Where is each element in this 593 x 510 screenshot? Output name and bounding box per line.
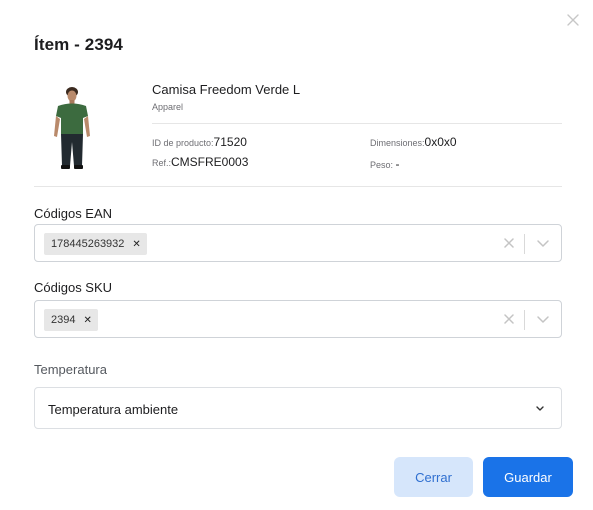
product-divider	[152, 123, 562, 124]
save-button[interactable]: Guardar	[483, 457, 573, 497]
product-id-value: 71520	[213, 135, 247, 149]
product-dimensions-value: 0x0x0	[424, 135, 457, 149]
chevron-down-icon	[536, 406, 544, 411]
product-dimensions: Dimensiones:0x0x0	[370, 135, 457, 149]
product-weight: Peso: -	[370, 157, 400, 171]
product-ref-label: Ref.:	[152, 158, 172, 168]
close-modal-button[interactable]: Cerrar	[394, 457, 473, 497]
sku-multiselect[interactable]: 2394 ✕	[34, 300, 562, 338]
clear-icon[interactable]	[501, 235, 517, 251]
temperature-label: Temperatura	[34, 362, 107, 377]
close-icon	[567, 14, 579, 26]
product-category: Apparel	[152, 102, 184, 112]
modal-title: Ítem - 2394	[34, 35, 123, 54]
product-ref: Ref.:CMSFRE0003	[152, 155, 248, 169]
sku-chip-text: 2394	[51, 314, 76, 326]
product-weight-label: Peso:	[370, 160, 394, 170]
ean-chip: 178445263932 ✕	[44, 233, 147, 255]
ean-separator	[524, 234, 525, 254]
temperature-select[interactable]: Temperatura ambiente	[34, 387, 562, 429]
ean-label: Códigos EAN	[34, 206, 113, 221]
remove-chip-icon[interactable]: ✕	[83, 315, 91, 326]
sku-separator	[524, 310, 525, 330]
clear-icon[interactable]	[501, 311, 517, 327]
remove-chip-icon[interactable]: ✕	[132, 239, 140, 250]
product-dimensions-label: Dimensiones:	[370, 138, 425, 148]
product-id-label: ID de producto:	[152, 138, 214, 148]
sku-chip: 2394 ✕	[44, 309, 98, 331]
close-button[interactable]	[563, 10, 583, 30]
product-weight-value: -	[395, 157, 400, 171]
item-modal: Ítem - 2394 Camisa Freedom Verde L Appar…	[0, 0, 593, 510]
chevron-down-icon[interactable]	[535, 311, 551, 327]
product-id: ID de producto:71520	[152, 135, 247, 149]
ean-chip-text: 178445263932	[51, 238, 125, 250]
chevron-down-icon[interactable]	[535, 235, 551, 251]
product-name: Camisa Freedom Verde L	[152, 82, 301, 97]
ean-multiselect[interactable]: 178445263932 ✕	[34, 224, 562, 262]
section-divider	[34, 186, 562, 187]
sku-label: Códigos SKU	[34, 280, 113, 295]
product-ref-value: CMSFRE0003	[171, 155, 249, 169]
product-image	[47, 86, 97, 170]
temperature-selected-value: Temperatura ambiente	[48, 402, 179, 417]
